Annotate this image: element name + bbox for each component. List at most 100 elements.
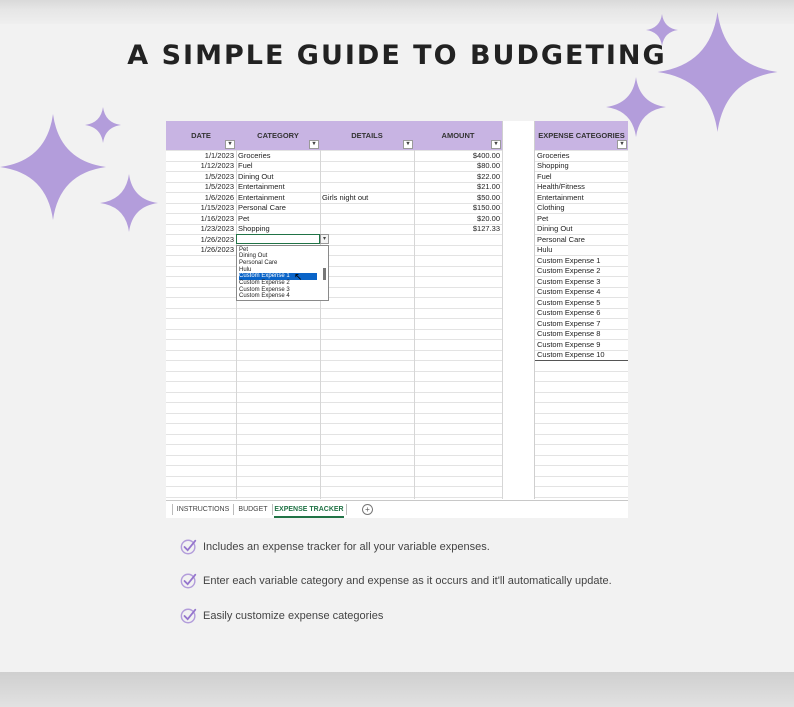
grid-row-line bbox=[166, 328, 502, 330]
cell-category[interactable]: Groceries bbox=[238, 151, 318, 161]
cell-expense-category[interactable]: Hulu bbox=[537, 245, 625, 255]
cell-details[interactable] bbox=[322, 203, 412, 213]
cell-expense-category[interactable]: Fuel bbox=[537, 172, 625, 182]
cell-category[interactable]: Personal Care bbox=[238, 203, 318, 213]
cell-amount[interactable]: $21.00 bbox=[414, 182, 500, 192]
cell-date[interactable]: 1/1/2023 bbox=[166, 151, 234, 161]
plus-circle-icon[interactable]: + bbox=[362, 504, 373, 515]
cell-expense-category[interactable]: Custom Expense 4 bbox=[537, 287, 625, 297]
filter-dropdown-icon[interactable]: ▾ bbox=[491, 140, 501, 149]
cell-expense-category[interactable]: Custom Expense 2 bbox=[537, 266, 625, 276]
tab-separator bbox=[272, 504, 273, 515]
sheet-tabs-bar: INSTRUCTIONS BUDGET EXPENSE TRACKER + bbox=[166, 500, 628, 518]
tab-separator bbox=[172, 504, 173, 515]
cell-date[interactable]: 1/23/2023 bbox=[166, 224, 234, 234]
grid-row-line bbox=[535, 496, 628, 498]
spacer-column bbox=[502, 121, 535, 499]
cell-expense-category[interactable]: Custom Expense 9 bbox=[537, 340, 625, 350]
grid-row-line bbox=[166, 307, 502, 309]
feature-item: Easily customize expense categories bbox=[180, 607, 480, 627]
header-amount[interactable]: AMOUNT ▾ bbox=[414, 121, 502, 150]
cell-amount[interactable] bbox=[414, 235, 500, 245]
header-date[interactable]: DATE ▾ bbox=[166, 121, 236, 150]
cell-expense-category[interactable]: Custom Expense 7 bbox=[537, 319, 625, 329]
cell-date[interactable]: 1/5/2023 bbox=[166, 182, 234, 192]
cell-category[interactable]: Fuel bbox=[238, 161, 318, 171]
grid-row-line bbox=[166, 402, 502, 403]
cell-details[interactable] bbox=[322, 161, 412, 171]
grid-row-line bbox=[535, 465, 628, 466]
cell-expense-category[interactable]: Personal Care bbox=[537, 235, 625, 245]
cell-expense-category[interactable]: Custom Expense 10 bbox=[537, 350, 625, 360]
cell-amount[interactable]: $22.00 bbox=[414, 172, 500, 182]
cell-expense-category[interactable]: Custom Expense 1 bbox=[537, 256, 625, 266]
cell-amount[interactable]: $150.00 bbox=[414, 203, 500, 213]
cell-date[interactable]: 1/6/2026 bbox=[166, 193, 234, 203]
cell-category[interactable]: Entertainment bbox=[238, 182, 318, 192]
tab-budget[interactable]: BUDGET bbox=[236, 503, 270, 516]
header-details[interactable]: DETAILS ▾ bbox=[320, 121, 414, 150]
cell-details[interactable] bbox=[322, 224, 412, 234]
filter-dropdown-icon[interactable]: ▾ bbox=[309, 140, 319, 149]
cell-expense-category[interactable]: Shopping bbox=[537, 161, 625, 171]
cell-expense-category[interactable]: Pet bbox=[537, 214, 625, 224]
cell-expense-category[interactable]: Clothing bbox=[537, 203, 625, 213]
grid-row-line bbox=[166, 486, 502, 487]
cell-amount[interactable]: $127.33 bbox=[414, 224, 500, 234]
cell-category[interactable]: Pet bbox=[238, 214, 318, 224]
cell-amount[interactable]: $20.00 bbox=[414, 214, 500, 224]
cell-expense-category[interactable]: Custom Expense 8 bbox=[537, 329, 625, 339]
cell-date[interactable]: 1/15/2023 bbox=[166, 203, 234, 213]
cell-details[interactable] bbox=[322, 151, 412, 161]
cell-date[interactable]: 1/26/2023 bbox=[166, 235, 234, 245]
feature-item: Enter each variable category and expense… bbox=[180, 572, 612, 592]
sparkle-icon bbox=[655, 12, 780, 132]
cell-category[interactable]: Shopping bbox=[238, 224, 318, 234]
cell-date[interactable]: 1/26/2023 bbox=[166, 245, 234, 255]
feature-text: Includes an expense tracker for all your… bbox=[203, 541, 490, 553]
header-category[interactable]: CATEGORY ▾ bbox=[236, 121, 320, 150]
cell-expense-category[interactable]: Dining Out bbox=[537, 224, 625, 234]
cell-details[interactable] bbox=[322, 172, 412, 182]
grid-row-line bbox=[535, 391, 628, 393]
filter-dropdown-icon[interactable]: ▾ bbox=[225, 140, 235, 149]
cell-expense-category[interactable]: Custom Expense 5 bbox=[537, 298, 625, 308]
filter-dropdown-icon[interactable]: ▾ bbox=[403, 140, 413, 149]
grid-row-line bbox=[166, 276, 502, 277]
cell-details[interactable] bbox=[322, 235, 412, 245]
cell-category[interactable]: Entertainment bbox=[238, 193, 318, 203]
cell-date[interactable]: 1/5/2023 bbox=[166, 172, 234, 182]
active-cell[interactable] bbox=[236, 234, 320, 244]
header-expense-categories[interactable]: EXPENSE CATEGORIES ▾ bbox=[535, 121, 628, 150]
tab-instructions[interactable]: INSTRUCTIONS bbox=[174, 503, 232, 516]
cell-category[interactable]: Dining Out bbox=[238, 172, 318, 182]
cell-details[interactable] bbox=[322, 245, 412, 255]
dropdown-option[interactable]: Custom Expense 4 bbox=[239, 293, 317, 300]
cell-amount[interactable]: $400.00 bbox=[414, 151, 500, 161]
category-dropdown-list[interactable]: Pet Dining Out Personal Care Hulu Custom Exp… bbox=[236, 244, 329, 301]
cell-date[interactable]: 1/12/2023 bbox=[166, 161, 234, 171]
header-amount-label: AMOUNT bbox=[441, 131, 475, 140]
grid-row-line bbox=[166, 444, 502, 445]
cell-expense-category[interactable]: Health/Fitness bbox=[537, 182, 625, 192]
header-details-label: DETAILS bbox=[351, 131, 383, 140]
check-circle-icon bbox=[180, 539, 197, 555]
cell-expense-category[interactable]: Custom Expense 6 bbox=[537, 308, 625, 318]
cell-amount[interactable]: $80.00 bbox=[414, 161, 500, 171]
tab-expense-tracker[interactable]: EXPENSE TRACKER bbox=[274, 503, 344, 518]
cell-amount[interactable]: $50.00 bbox=[414, 193, 500, 203]
cell-date[interactable]: 1/16/2023 bbox=[166, 214, 234, 224]
dropdown-scrollbar[interactable] bbox=[323, 267, 326, 280]
cell-expense-category[interactable]: Groceries bbox=[537, 151, 625, 161]
grid-row-line bbox=[166, 412, 502, 414]
filter-dropdown-icon[interactable]: ▾ bbox=[617, 140, 627, 149]
cell-amount[interactable] bbox=[414, 245, 500, 255]
cell-details[interactable] bbox=[322, 182, 412, 192]
cell-expense-category[interactable]: Custom Expense 3 bbox=[537, 277, 625, 287]
grid-row-line bbox=[166, 286, 502, 288]
chevron-down-icon[interactable]: ▾ bbox=[320, 234, 329, 244]
cell-details[interactable] bbox=[322, 214, 412, 224]
cell-details[interactable]: Girls night out bbox=[322, 193, 412, 203]
tab-separator bbox=[346, 504, 347, 515]
cell-expense-category[interactable]: Entertainment bbox=[537, 193, 625, 203]
